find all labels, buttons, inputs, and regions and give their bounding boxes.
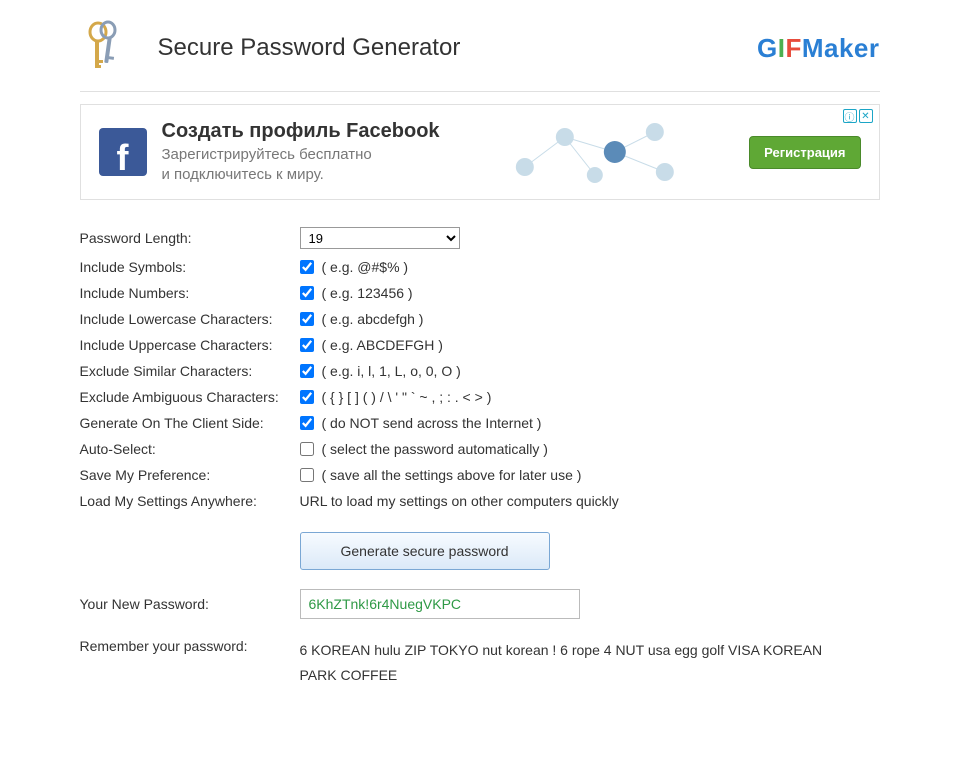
exclude-similar-example: ( e.g. i, l, 1, L, o, 0, O ) (322, 363, 461, 379)
auto-select-label: Auto-Select: (80, 441, 300, 457)
new-password-label: Your New Password: (80, 596, 300, 612)
exclude-similar-label: Exclude Similar Characters: (80, 363, 300, 379)
load-settings-text: URL to load my settings on other compute… (300, 493, 619, 509)
page-title: Secure Password Generator (158, 34, 461, 62)
password-length-select[interactable]: 19 (300, 227, 460, 249)
client-side-checkbox[interactable] (300, 416, 314, 430)
client-side-example: ( do NOT send across the Internet ) (322, 415, 542, 431)
auto-select-example: ( select the password automatically ) (322, 441, 548, 457)
password-length-label: Password Length: (80, 230, 300, 246)
gifmaker-logo[interactable]: GIFMaker (757, 33, 880, 64)
save-preference-label: Save My Preference: (80, 467, 300, 483)
include-symbols-checkbox[interactable] (300, 260, 314, 274)
ad-register-button[interactable]: Регистрация (749, 136, 860, 169)
remember-text: 6 KOREAN hulu ZIP TOKYO nut korean ! 6 r… (300, 638, 880, 688)
include-symbols-example: ( e.g. @#$% ) (322, 259, 409, 275)
exclude-similar-checkbox[interactable] (300, 364, 314, 378)
keys-icon (80, 20, 128, 76)
page-header: Secure Password Generator GIFMaker (80, 20, 880, 92)
include-uppercase-example: ( e.g. ABCDEFGH ) (322, 337, 443, 353)
include-symbols-label: Include Symbols: (80, 259, 300, 275)
password-output[interactable] (300, 589, 580, 619)
exclude-ambiguous-checkbox[interactable] (300, 390, 314, 404)
include-numbers-example: ( e.g. 123456 ) (322, 285, 413, 301)
ad-close-icon[interactable]: ⓘ✕ (843, 109, 873, 123)
load-settings-label: Load My Settings Anywhere: (80, 493, 300, 509)
auto-select-checkbox[interactable] (300, 442, 314, 456)
remember-label: Remember your password: (80, 638, 300, 654)
ad-subtitle: Зарегистрируйтесь бесплатно и подключите… (162, 145, 440, 184)
exclude-ambiguous-label: Exclude Ambiguous Characters: (80, 389, 300, 405)
include-numbers-checkbox[interactable] (300, 286, 314, 300)
include-lowercase-example: ( e.g. abcdefgh ) (322, 311, 424, 327)
client-side-label: Generate On The Client Side: (80, 415, 300, 431)
exclude-ambiguous-example: ( { } [ ] ( ) / \ ' " ` ~ , ; : . < > ) (322, 389, 492, 405)
save-preference-example: ( save all the settings above for later … (322, 467, 582, 483)
ad-banner: ⓘ✕ f Создать профиль Facebook Зарегистри… (80, 104, 880, 200)
ad-title: Создать профиль Facebook (162, 120, 440, 143)
include-lowercase-checkbox[interactable] (300, 312, 314, 326)
facebook-icon: f (99, 128, 147, 176)
include-numbers-label: Include Numbers: (80, 285, 300, 301)
save-preference-checkbox[interactable] (300, 468, 314, 482)
generate-button[interactable]: Generate secure password (300, 532, 550, 570)
include-uppercase-label: Include Uppercase Characters: (80, 337, 300, 353)
include-uppercase-checkbox[interactable] (300, 338, 314, 352)
include-lowercase-label: Include Lowercase Characters: (80, 311, 300, 327)
ad-network-graphic (455, 117, 735, 187)
